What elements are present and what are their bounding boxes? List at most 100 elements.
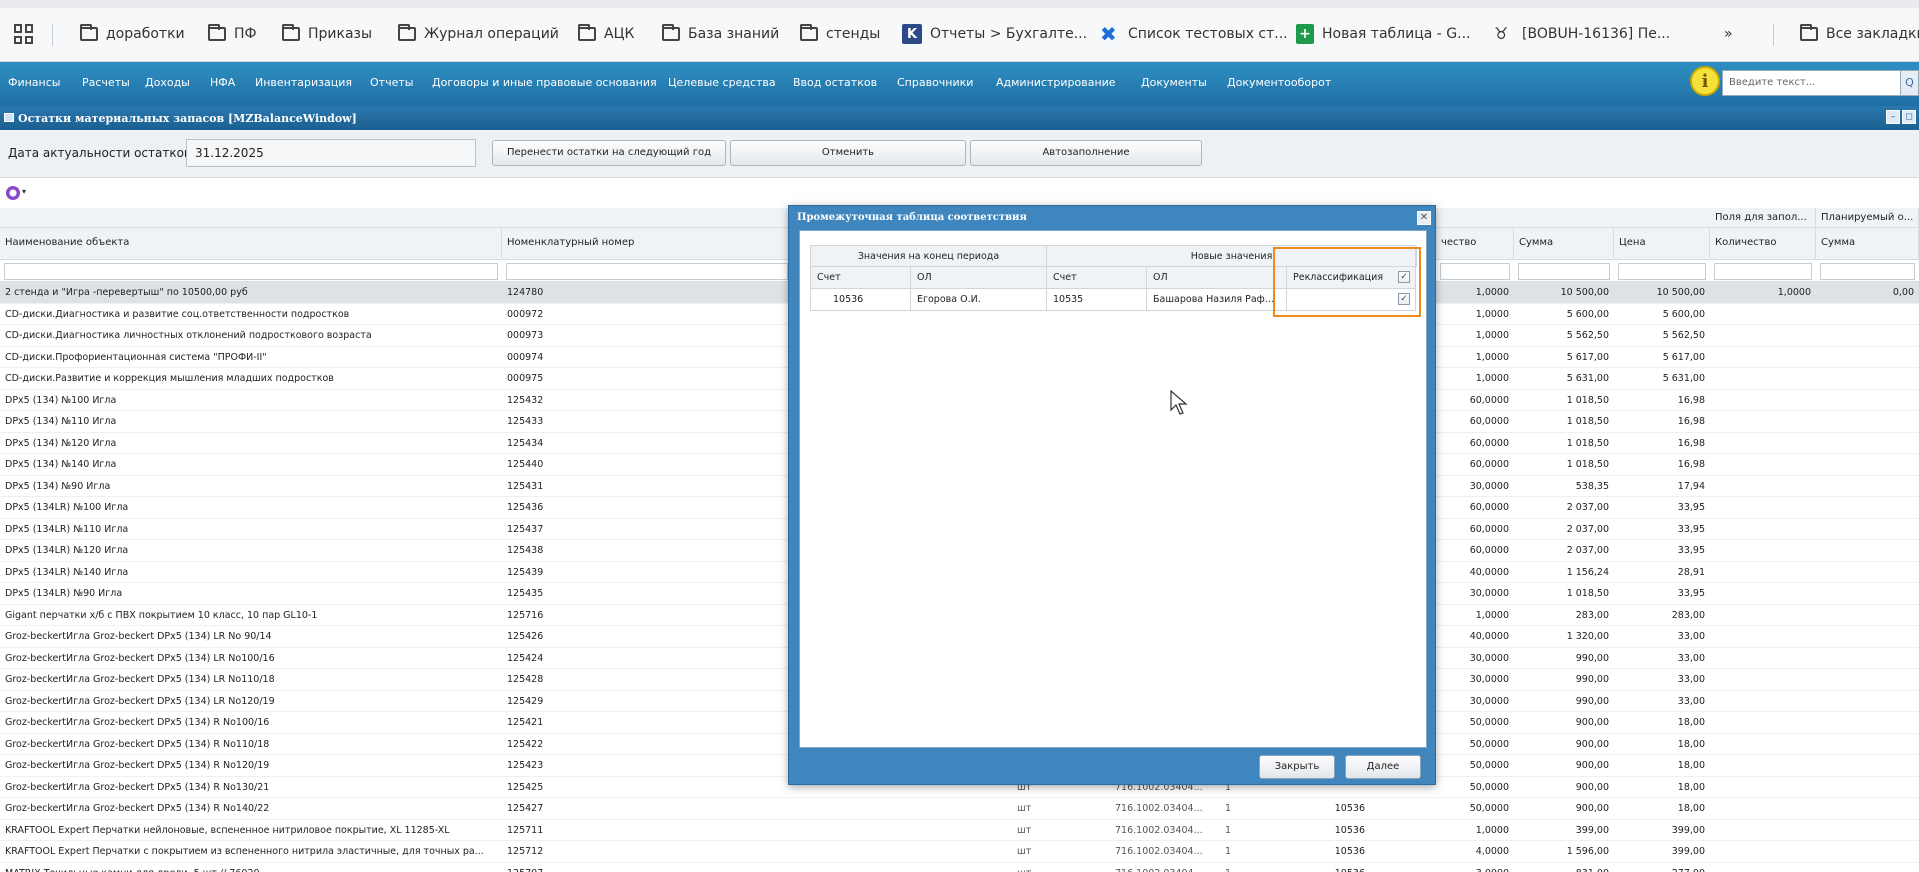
bookmark-3[interactable]: Журнал операций bbox=[398, 22, 559, 46]
cell-qty2 bbox=[1710, 476, 1816, 497]
bookmark-2[interactable]: Приказы bbox=[282, 22, 372, 46]
cell-name: CD-диски.Развитие и коррекция мышления м… bbox=[5, 373, 334, 384]
cell-qty: 30,0000 bbox=[1469, 480, 1509, 492]
window-title: Остатки материальных запасов [MZBalanceW… bbox=[18, 112, 357, 125]
header-nomen[interactable]: Номенклатурный номер bbox=[502, 228, 802, 260]
cell-unit: шт bbox=[1017, 803, 1032, 814]
cell-price: 10 500,00 bbox=[1656, 287, 1705, 298]
bookmark-6[interactable]: стенды bbox=[800, 22, 880, 46]
minimize-icon[interactable]: – bbox=[1886, 110, 1900, 124]
cell-qty2: 1,0000 bbox=[1777, 287, 1811, 298]
table-row[interactable]: KRAFTOOL Expert Перчатки с покрытием из … bbox=[0, 841, 1919, 863]
header-name[interactable]: Наименование объекта bbox=[0, 228, 502, 260]
cell-qty2 bbox=[1710, 433, 1816, 454]
cell-sum2 bbox=[1816, 755, 1919, 776]
all-bookmarks-button[interactable]: Все закладки bbox=[1800, 22, 1919, 46]
cell-price: 16,98 bbox=[1677, 437, 1705, 449]
dialog-next-button[interactable]: Далее bbox=[1345, 755, 1421, 779]
cell-name: DPx5 (134) №140 Игла bbox=[5, 459, 117, 470]
header-sum2[interactable]: Сумма bbox=[1816, 228, 1919, 260]
filter-sum-input[interactable] bbox=[1518, 263, 1610, 280]
header-price[interactable]: Цена bbox=[1614, 228, 1710, 260]
cell-sum2 bbox=[1816, 798, 1919, 819]
cell-nomen: 125427 bbox=[507, 803, 544, 814]
cell-nomen: 125424 bbox=[507, 652, 544, 664]
dialog-close-button[interactable]: Закрыть bbox=[1259, 755, 1335, 779]
col-ol-new[interactable]: ОЛ bbox=[1147, 267, 1287, 288]
header-qty[interactable]: чество bbox=[1436, 228, 1514, 260]
menu-item-10[interactable]: Администрирование bbox=[996, 76, 1116, 89]
settings-gear-icon[interactable] bbox=[6, 186, 20, 200]
menu-item-2[interactable]: Доходы bbox=[145, 76, 190, 89]
filter-sum2-input[interactable] bbox=[1820, 263, 1915, 280]
maximize-icon[interactable]: ◻ bbox=[1902, 110, 1916, 124]
cell-price: 283,00 bbox=[1671, 609, 1705, 621]
bookmark-8[interactable]: ✖ Список тестовых ст... bbox=[1100, 22, 1288, 46]
apps-grid-button[interactable] bbox=[14, 22, 34, 46]
cell-qty: 1,0000 bbox=[1475, 308, 1509, 320]
cell-nomen: 125433 bbox=[507, 416, 544, 427]
cell-qty2 bbox=[1710, 626, 1816, 647]
col-schet[interactable]: Счет bbox=[811, 267, 911, 288]
info-icon[interactable]: i bbox=[1690, 66, 1720, 96]
cell-sum2 bbox=[1816, 411, 1919, 432]
dropdown-caret-icon[interactable]: ▾ bbox=[22, 187, 26, 196]
menu-item-5[interactable]: Отчеты bbox=[370, 76, 413, 89]
autofill-button[interactable]: Автозаполнение bbox=[970, 140, 1202, 166]
filter-nomen-input[interactable] bbox=[506, 263, 788, 280]
table-row[interactable]: KRAFTOOL Expert Перчатки нейлоновые, всп… bbox=[0, 820, 1919, 841]
cell-price: 17,94 bbox=[1677, 480, 1705, 492]
menu-item-11[interactable]: Документы bbox=[1141, 76, 1207, 89]
reclass-highlight-box bbox=[1273, 247, 1421, 317]
bookmark-9[interactable]: + Новая таблица - G... bbox=[1296, 22, 1470, 46]
global-search-input[interactable]: Введите текст... bbox=[1722, 70, 1902, 96]
bookmark-10[interactable]: ♉ [BOBUH-16136] Пе... bbox=[1494, 22, 1670, 46]
cell-qty2 bbox=[1710, 777, 1816, 798]
cell-name: MATRIX Точильные камни для дрели, 5 шт./… bbox=[0, 863, 502, 872]
bookmark-5[interactable]: База знаний bbox=[662, 22, 779, 46]
cell-unit: шт bbox=[1017, 846, 1032, 857]
close-icon[interactable]: ✕ bbox=[1417, 211, 1431, 225]
cell-qty2 bbox=[1710, 605, 1816, 626]
table-row[interactable]: MATRIX Точильные камни для дрели, 5 шт./… bbox=[0, 863, 1919, 872]
cell-qty: 1,0000 bbox=[1475, 824, 1509, 836]
bookmark-4[interactable]: АЦК bbox=[578, 22, 634, 46]
cell-sum: 1 018,50 bbox=[1566, 588, 1609, 599]
filter-name-input[interactable] bbox=[4, 263, 498, 280]
filter-qty2-input[interactable] bbox=[1714, 263, 1812, 280]
cell-price: 18,00 bbox=[1677, 781, 1705, 793]
menu-item-1[interactable]: Расчеты bbox=[82, 76, 130, 89]
col-ol[interactable]: ОЛ bbox=[911, 267, 1047, 288]
cell-nomen: 125432 bbox=[507, 394, 544, 406]
menu-item-9[interactable]: Справочники bbox=[897, 76, 973, 89]
menu-item-3[interactable]: НФА bbox=[210, 76, 235, 89]
cell-qty: 4,0000 bbox=[1475, 846, 1509, 857]
filter-qty-input[interactable] bbox=[1440, 263, 1510, 280]
more-bookmarks-button[interactable]: » bbox=[1724, 22, 1733, 46]
table-row[interactable]: Groz-beckertИгла Groz-beckert DPx5 (134)… bbox=[0, 798, 1919, 820]
cell-name: Groz-beckertИгла Groz-beckert DPx5 (134)… bbox=[5, 781, 270, 793]
cell-price: 33,00 bbox=[1677, 674, 1705, 685]
cell-name: Groz-beckertИгла Groz-beckert DPx5 (134)… bbox=[5, 760, 270, 771]
cell-sum2 bbox=[1816, 691, 1919, 712]
col-schet-new[interactable]: Счет bbox=[1047, 267, 1147, 288]
menu-item-6[interactable]: Договоры и иные правовые основания bbox=[432, 76, 657, 89]
date-input[interactable]: 31.12.2025 bbox=[186, 139, 476, 167]
bookmark-7[interactable]: K Отчеты > Бухгалте... bbox=[902, 22, 1087, 46]
cell-nomen: 125426 bbox=[507, 631, 544, 642]
bookmark-1[interactable]: ПФ bbox=[208, 22, 257, 46]
transfer-balances-button[interactable]: Перенести остатки на следующий год bbox=[492, 140, 726, 166]
cell-sum2 bbox=[1816, 433, 1919, 454]
cancel-button[interactable]: Отменить bbox=[730, 140, 966, 166]
filter-price-input[interactable] bbox=[1618, 263, 1706, 280]
search-icon[interactable]: Q bbox=[1900, 70, 1919, 96]
menu-item-12[interactable]: Документооборот bbox=[1227, 76, 1331, 89]
menu-item-8[interactable]: Ввод остатков bbox=[793, 76, 877, 89]
header-sum[interactable]: Сумма bbox=[1514, 228, 1614, 260]
cell-name: DPx5 (134) №100 Игла bbox=[5, 394, 117, 406]
menu-item-0[interactable]: Финансы bbox=[8, 76, 60, 89]
header-qty2[interactable]: Количество bbox=[1710, 228, 1816, 260]
bookmark-0[interactable]: доработки bbox=[80, 22, 185, 46]
menu-item-4[interactable]: Инвентаризация bbox=[255, 76, 352, 89]
menu-item-7[interactable]: Целевые средства bbox=[668, 76, 776, 89]
